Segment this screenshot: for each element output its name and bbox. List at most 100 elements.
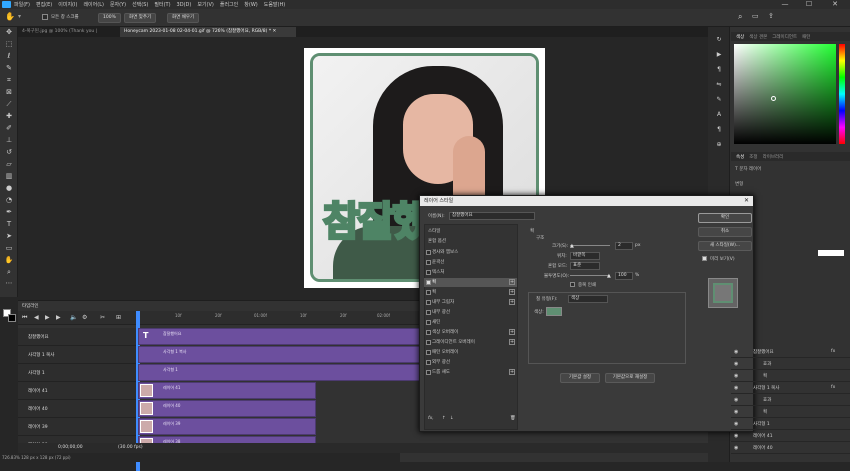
timeline-clip[interactable]: 사각형 1 — [138, 364, 420, 381]
fx-icon[interactable]: fx — [831, 385, 835, 390]
set-default-button[interactable]: 기본값 설정 — [560, 373, 600, 383]
layer-row[interactable]: ◉ 참잘했어요 fx — [731, 346, 850, 358]
split-clip-icon[interactable]: ✂ — [100, 314, 105, 321]
hue-slider[interactable] — [839, 44, 845, 144]
menu-image[interactable]: 이미지(I) — [58, 1, 77, 8]
menu-plugins[interactable]: 플러그인 — [220, 1, 238, 8]
timeline-clip[interactable]: 사각형 1 복사 — [138, 346, 420, 363]
layer-row[interactable]: ◉ 레이어 40 — [731, 442, 850, 454]
layer-row[interactable]: ◉ 획 — [731, 370, 850, 382]
share-icon[interactable]: ⇪ — [768, 12, 774, 20]
effect-checkbox[interactable] — [426, 320, 431, 325]
track-row[interactable]: 사각형 1 — [18, 364, 136, 382]
play-icon[interactable]: ▶ — [45, 314, 50, 321]
effect-checkbox[interactable] — [426, 350, 431, 355]
effect-item[interactable]: 획 + — [424, 278, 517, 287]
crop-tool-icon[interactable]: ⌗ — [4, 75, 14, 85]
opacity-slider-handle[interactable]: ▲ — [607, 273, 611, 279]
layer-row[interactable]: ◉ 사각형 1 — [731, 418, 850, 430]
close-icon[interactable]: ✕ — [744, 197, 749, 204]
next-frame-icon[interactable]: ▶ — [56, 314, 61, 321]
add-effect-icon[interactable]: + — [509, 299, 515, 305]
tab-patterns[interactable]: 패턴 — [802, 34, 810, 40]
first-frame-icon[interactable]: ⏮ — [22, 314, 27, 322]
zoom-tool-icon[interactable]: ⌕ — [4, 267, 14, 277]
zoom-100-button[interactable]: 100% — [98, 13, 121, 23]
styles-header[interactable]: 스타일 — [428, 228, 440, 234]
tab-color[interactable]: 색상 — [736, 34, 744, 40]
size-slider[interactable] — [570, 245, 610, 246]
effect-item[interactable]: 윤곽선 — [424, 258, 517, 267]
effect-checkbox[interactable] — [426, 300, 431, 305]
dodge-tool-icon[interactable]: ◔ — [4, 195, 14, 205]
add-effect-icon[interactable]: + — [509, 339, 515, 345]
fill-screen-button[interactable]: 화면 채우기 — [167, 13, 200, 23]
effect-item[interactable]: 색상 오버레이 + — [424, 328, 517, 337]
text-color-swatch[interactable] — [818, 250, 844, 256]
effect-checkbox[interactable] — [426, 360, 431, 365]
visibility-eye-icon[interactable]: ◉ — [734, 349, 738, 355]
history-icon[interactable]: ↻ — [714, 36, 724, 45]
track-row[interactable]: 레이어 41 — [18, 382, 136, 400]
frame-tool-icon[interactable]: ⊠ — [4, 87, 14, 97]
timeline-clip[interactable]: 레이어 39 — [138, 418, 316, 435]
menu-select[interactable]: 선택(S) — [132, 1, 148, 8]
effect-item[interactable]: 그레이디언트 오버레이 + — [424, 338, 517, 347]
tab-document-2[interactable]: Honeycam 2023-01-08 02-04-01.gif @ 726% … — [120, 27, 296, 37]
preview-checkbox[interactable] — [702, 256, 707, 261]
timeline-clip[interactable]: 레이어 40 — [138, 400, 316, 417]
visibility-eye-icon[interactable]: ◉ — [734, 361, 738, 367]
visibility-eye-icon[interactable]: ◉ — [734, 433, 738, 439]
layer-row[interactable]: ◉ 효과 — [731, 358, 850, 370]
audio-icon[interactable]: 🔈 — [70, 314, 77, 321]
visibility-eye-icon[interactable]: ◉ — [734, 397, 738, 403]
effect-item[interactable]: 내부 광선 — [424, 308, 517, 317]
effect-item[interactable]: 패턴 오버레이 — [424, 348, 517, 357]
visibility-eye-icon[interactable]: ◉ — [734, 421, 738, 427]
effect-item[interactable]: 새틴 — [424, 318, 517, 327]
eyedropper-tool-icon[interactable]: ⟋ — [4, 99, 14, 109]
effect-item[interactable]: 드롭 섀도 + — [424, 368, 517, 377]
color-field[interactable] — [734, 44, 836, 144]
hand-tool-icon[interactable]: ✋ — [5, 12, 15, 21]
effect-checkbox[interactable] — [426, 280, 431, 285]
effect-item[interactable]: 내부 그림자 + — [424, 298, 517, 307]
effect-item[interactable]: 텍스처 — [424, 268, 517, 277]
lasso-tool-icon[interactable]: ℓ — [4, 51, 14, 61]
menu-window[interactable]: 창(W) — [244, 1, 257, 8]
visibility-eye-icon[interactable]: ◉ — [734, 409, 738, 415]
effect-checkbox[interactable] — [426, 250, 431, 255]
close-button[interactable]: ✕ — [826, 0, 844, 9]
reset-default-button[interactable]: 기본값으로 재설정 — [605, 373, 655, 383]
tab-swatches[interactable]: 색상 견본 — [749, 34, 767, 40]
blend-options-item[interactable]: 혼합 옵션 — [428, 238, 446, 244]
fx-menu-button[interactable]: fx, — [428, 416, 434, 421]
fill-type-select[interactable]: 색상 — [568, 295, 608, 303]
track-row[interactable]: 레이어 40 — [18, 400, 136, 418]
layer-row[interactable]: ◉ 레이어 41 — [731, 430, 850, 442]
track-row[interactable]: 레이어 39 — [18, 418, 136, 436]
pen-tool-icon[interactable]: ✒ — [4, 207, 14, 217]
effect-checkbox[interactable] — [426, 310, 431, 315]
tab-gradients[interactable]: 그레이디언트 — [772, 34, 797, 40]
track-row[interactable]: 사각형 1 복사 — [18, 346, 136, 364]
timeline-clip[interactable]: 레이어 41 — [138, 382, 316, 399]
ok-button[interactable]: 확인 — [698, 213, 752, 223]
rectangle-tool-icon[interactable]: ▭ — [4, 243, 14, 253]
layer-row[interactable]: ◉ 효과 — [731, 394, 850, 406]
visibility-eye-icon[interactable]: ◉ — [734, 373, 738, 379]
effect-checkbox[interactable] — [426, 260, 431, 265]
menu-view[interactable]: 보기(V) — [197, 1, 214, 8]
add-effect-icon[interactable]: + — [509, 279, 515, 285]
brush-tool-icon[interactable]: ✐ — [4, 123, 14, 133]
search-icon[interactable]: ⌕ — [738, 12, 742, 22]
eraser-tool-icon[interactable]: ▱ — [4, 159, 14, 169]
tab-adjustments[interactable]: 조정 — [749, 154, 757, 160]
opacity-slider[interactable] — [570, 275, 610, 276]
brush-settings-icon[interactable]: ✎ — [714, 96, 724, 105]
effect-item[interactable]: 경사와 엠보스 — [424, 248, 517, 257]
menu-type[interactable]: 문자(Y) — [110, 1, 126, 8]
blur-tool-icon[interactable]: ● — [4, 183, 14, 193]
quick-select-tool-icon[interactable]: ✎ — [4, 63, 14, 73]
workspace-icon[interactable]: ▭ — [752, 12, 759, 20]
